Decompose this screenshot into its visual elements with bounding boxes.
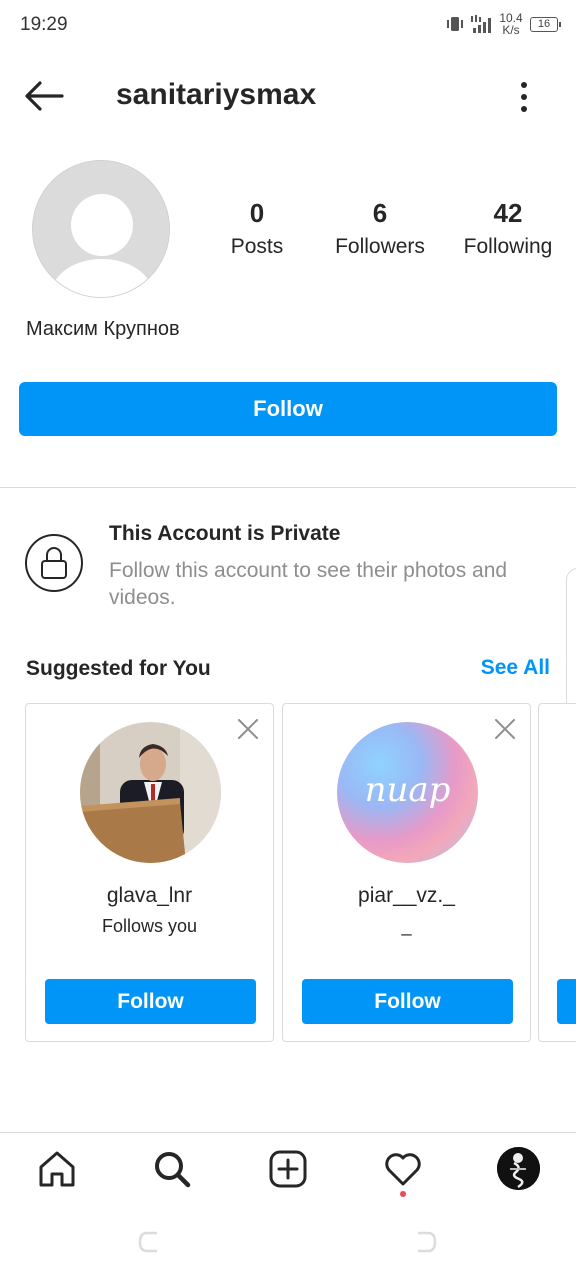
network-speed: 10.4 K/s xyxy=(498,12,524,36)
user-photo xyxy=(80,722,221,863)
stat-followers-label: Followers xyxy=(335,235,425,258)
heart-icon[interactable] xyxy=(383,1149,423,1189)
stat-following-count: 42 xyxy=(493,198,523,228)
system-back-icon[interactable] xyxy=(137,1230,161,1254)
profile-username: sanitariysmax xyxy=(116,78,317,111)
see-all-link[interactable]: See All xyxy=(481,656,550,680)
suggested-username[interactable]: glava_lnr xyxy=(26,884,273,908)
suggested-follow-button[interactable]: Follow xyxy=(45,979,256,1024)
stat-posts-label: Posts xyxy=(230,235,284,258)
back-arrow-icon[interactable] xyxy=(22,76,66,116)
profile-avatar[interactable] xyxy=(32,160,170,298)
profile-avatar-icon xyxy=(497,1147,540,1190)
profile-stats: 0 Posts 6 Followers 42 Following xyxy=(212,198,562,259)
private-account-title: This Account is Private xyxy=(109,522,341,545)
home-icon[interactable] xyxy=(37,1149,77,1189)
status-bar: 19:29 10.4 K/s 16 xyxy=(0,0,576,50)
battery-icon: 16 xyxy=(530,16,561,32)
status-icons: 10.4 K/s 16 xyxy=(446,12,561,36)
private-lock-badge xyxy=(25,534,83,592)
suggested-card[interactable]: glava_lnr Follows you Follow xyxy=(25,703,274,1042)
search-icon[interactable] xyxy=(152,1149,192,1189)
system-recents-icon[interactable] xyxy=(414,1230,438,1254)
profile-tab-avatar[interactable] xyxy=(497,1147,540,1190)
stat-followers-count: 6 xyxy=(372,198,388,228)
suggested-follow-button[interactable]: Follow xyxy=(302,979,513,1024)
signal-icon xyxy=(471,15,491,33)
default-avatar-icon xyxy=(33,161,169,297)
section-divider xyxy=(0,487,576,488)
stat-posts-count: 0 xyxy=(249,198,265,228)
suggested-card-partial[interactable] xyxy=(538,703,576,1042)
status-time: 19:29 xyxy=(20,14,68,35)
profile-full-name: Максим Крупнов xyxy=(26,318,180,340)
suggested-follow-button-partial[interactable] xyxy=(557,979,576,1024)
system-navigation-bar xyxy=(0,1206,576,1280)
avatar-text: пиар xyxy=(364,770,451,810)
suggested-subtitle: Follows you xyxy=(101,916,198,936)
stat-posts: 0 Posts xyxy=(212,198,302,259)
more-options-icon[interactable] xyxy=(512,80,536,114)
instagram-profile-screen: 19:29 10.4 K/s 16 sanitariysmax 0 Posts … xyxy=(0,0,576,1280)
suggested-username[interactable]: piar__vz._ xyxy=(283,884,530,908)
network-speed-unit: K/s xyxy=(502,23,520,37)
bottom-navigation xyxy=(0,1132,576,1206)
lock-icon xyxy=(41,547,67,579)
new-post-icon[interactable] xyxy=(268,1149,308,1189)
follow-button[interactable]: Follow xyxy=(19,382,557,436)
stat-followers[interactable]: 6 Followers xyxy=(306,198,454,259)
suggested-avatar[interactable]: пиар xyxy=(337,722,478,863)
suggested-title: Suggested for You xyxy=(26,657,211,680)
close-icon[interactable] xyxy=(494,718,516,740)
battery-level: 16 xyxy=(537,17,551,30)
private-account-subtitle: Follow this account to see their photos … xyxy=(109,559,508,609)
profile-header: sanitariysmax xyxy=(0,62,576,132)
close-icon[interactable] xyxy=(237,718,259,740)
suggested-card[interactable]: пиар piar__vz._ _ Follow xyxy=(282,703,531,1042)
stat-following[interactable]: 42 Following xyxy=(454,198,562,259)
activity-notification-dot xyxy=(400,1191,406,1197)
vibrate-icon xyxy=(447,17,463,31)
suggested-subtitle: _ xyxy=(401,916,412,936)
stat-following-label: Following xyxy=(463,235,553,258)
suggested-avatar[interactable] xyxy=(80,722,221,863)
